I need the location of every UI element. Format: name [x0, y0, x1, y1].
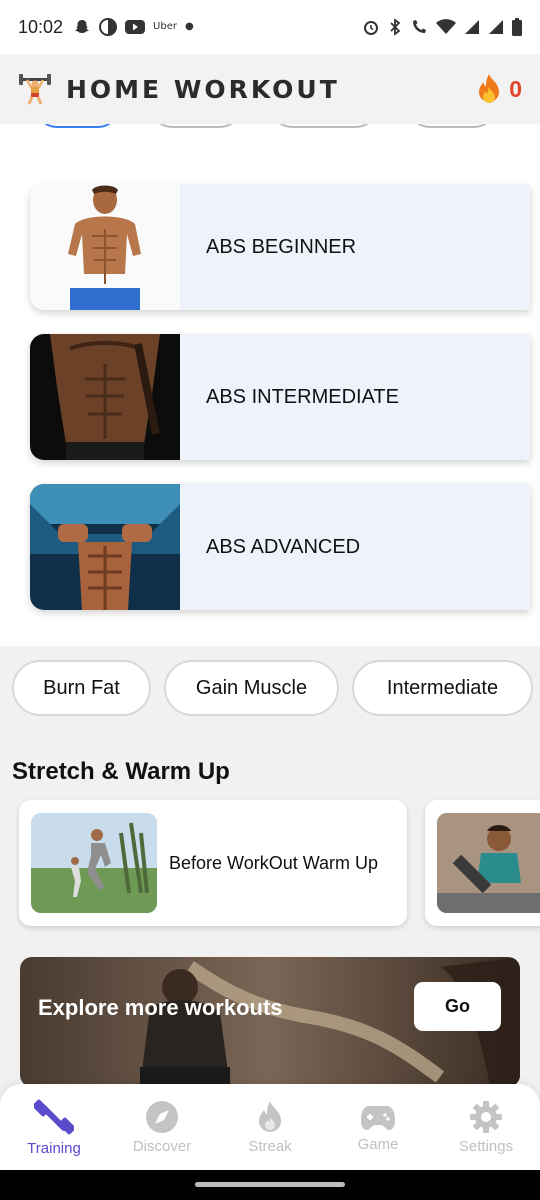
nav-label: Discover — [132, 1137, 192, 1155]
nav-label: Settings — [458, 1137, 514, 1155]
nav-game[interactable]: Game — [324, 1084, 432, 1170]
weightlifter-icon — [18, 72, 52, 106]
chip-gain-muscle[interactable]: Gain Muscle — [164, 660, 339, 716]
status-bar: 10:02 Uber ● — [0, 0, 540, 54]
uber-icon: Uber — [153, 21, 177, 32]
level-tab[interactable] — [35, 124, 120, 128]
signal-icon — [489, 20, 503, 34]
nav-label: Streak — [248, 1137, 292, 1155]
chip-intermediate[interactable]: Intermediate — [352, 660, 533, 716]
explore-text: Explore more workouts — [38, 995, 283, 1020]
flame-icon — [259, 1100, 281, 1132]
level-tabs — [30, 124, 530, 130]
maps-icon — [99, 18, 118, 36]
plan-label: ABS INTERMEDIATE — [206, 385, 399, 408]
nav-label: Game — [357, 1135, 399, 1153]
main-scroll[interactable]: ABS BEGINNER ABS INTERMEDIATE ABS ADVANC… — [0, 124, 540, 1084]
nav-streak[interactable]: Streak — [216, 1084, 324, 1170]
status-time: 10:02 — [18, 16, 64, 37]
explore-banner[interactable]: Explore more workouts Go — [20, 957, 520, 1084]
level-tab[interactable] — [408, 124, 496, 128]
plan-image — [30, 334, 180, 460]
snapchat-icon — [75, 20, 90, 33]
youtube-icon — [125, 20, 146, 34]
dot-icon: ● — [184, 21, 194, 32]
warm-up-image — [437, 813, 540, 913]
go-button[interactable]: Go — [414, 982, 501, 1031]
dumbbell-icon — [34, 1099, 74, 1134]
plan-card-abs-beginner[interactable]: ABS BEGINNER — [30, 184, 530, 310]
battery-icon — [512, 18, 522, 36]
nav-label: Training — [27, 1139, 81, 1157]
plan-image — [30, 184, 180, 310]
section-title-stretch: Stretch & Warm Up — [12, 758, 230, 785]
warm-up-label: Before WorkOut Warm Up — [169, 852, 379, 873]
wifi-icon — [436, 19, 456, 34]
plans-section: ABS BEGINNER ABS INTERMEDIATE ABS ADVANC… — [0, 124, 540, 646]
plan-card-abs-intermediate[interactable]: ABS INTERMEDIATE — [30, 334, 530, 460]
plan-card-abs-advanced[interactable]: ABS ADVANCED — [30, 484, 530, 610]
bottom-nav: Training Discover Streak Game Settings — [0, 1084, 540, 1170]
gear-icon — [470, 1100, 502, 1133]
gamepad-icon — [361, 1105, 395, 1130]
plan-label: ABS ADVANCED — [206, 535, 361, 558]
app-header: HOME WORKOUT 0 — [0, 54, 540, 124]
system-nav-bar — [0, 1170, 540, 1200]
warm-up-card[interactable]: Before WorkOut Warm Up — [19, 800, 407, 926]
level-tab[interactable] — [270, 124, 378, 128]
plan-image — [30, 484, 180, 610]
app-title: HOME WORKOUT — [66, 74, 340, 104]
level-tab[interactable] — [150, 124, 242, 128]
warm-up-image — [31, 813, 157, 913]
nav-training[interactable]: Training — [0, 1084, 108, 1170]
warm-up-card[interactable] — [425, 800, 540, 926]
wifi-call-icon — [413, 20, 426, 33]
signal-icon — [465, 20, 479, 34]
chip-burn-fat[interactable]: Burn Fat — [12, 660, 151, 716]
nav-settings[interactable]: Settings — [432, 1084, 540, 1170]
streak-counter[interactable]: 0 — [475, 73, 522, 105]
bluetooth-icon — [390, 18, 401, 36]
streak-count: 0 — [509, 75, 522, 102]
home-gesture-pill[interactable] — [195, 1182, 345, 1187]
goal-chips: Burn Fat Gain Muscle Intermediate — [12, 660, 540, 718]
alarm-icon — [364, 21, 378, 35]
plan-label: ABS BEGINNER — [206, 235, 357, 258]
fire-icon — [479, 74, 500, 103]
compass-icon — [146, 1100, 178, 1133]
nav-discover[interactable]: Discover — [108, 1084, 216, 1170]
